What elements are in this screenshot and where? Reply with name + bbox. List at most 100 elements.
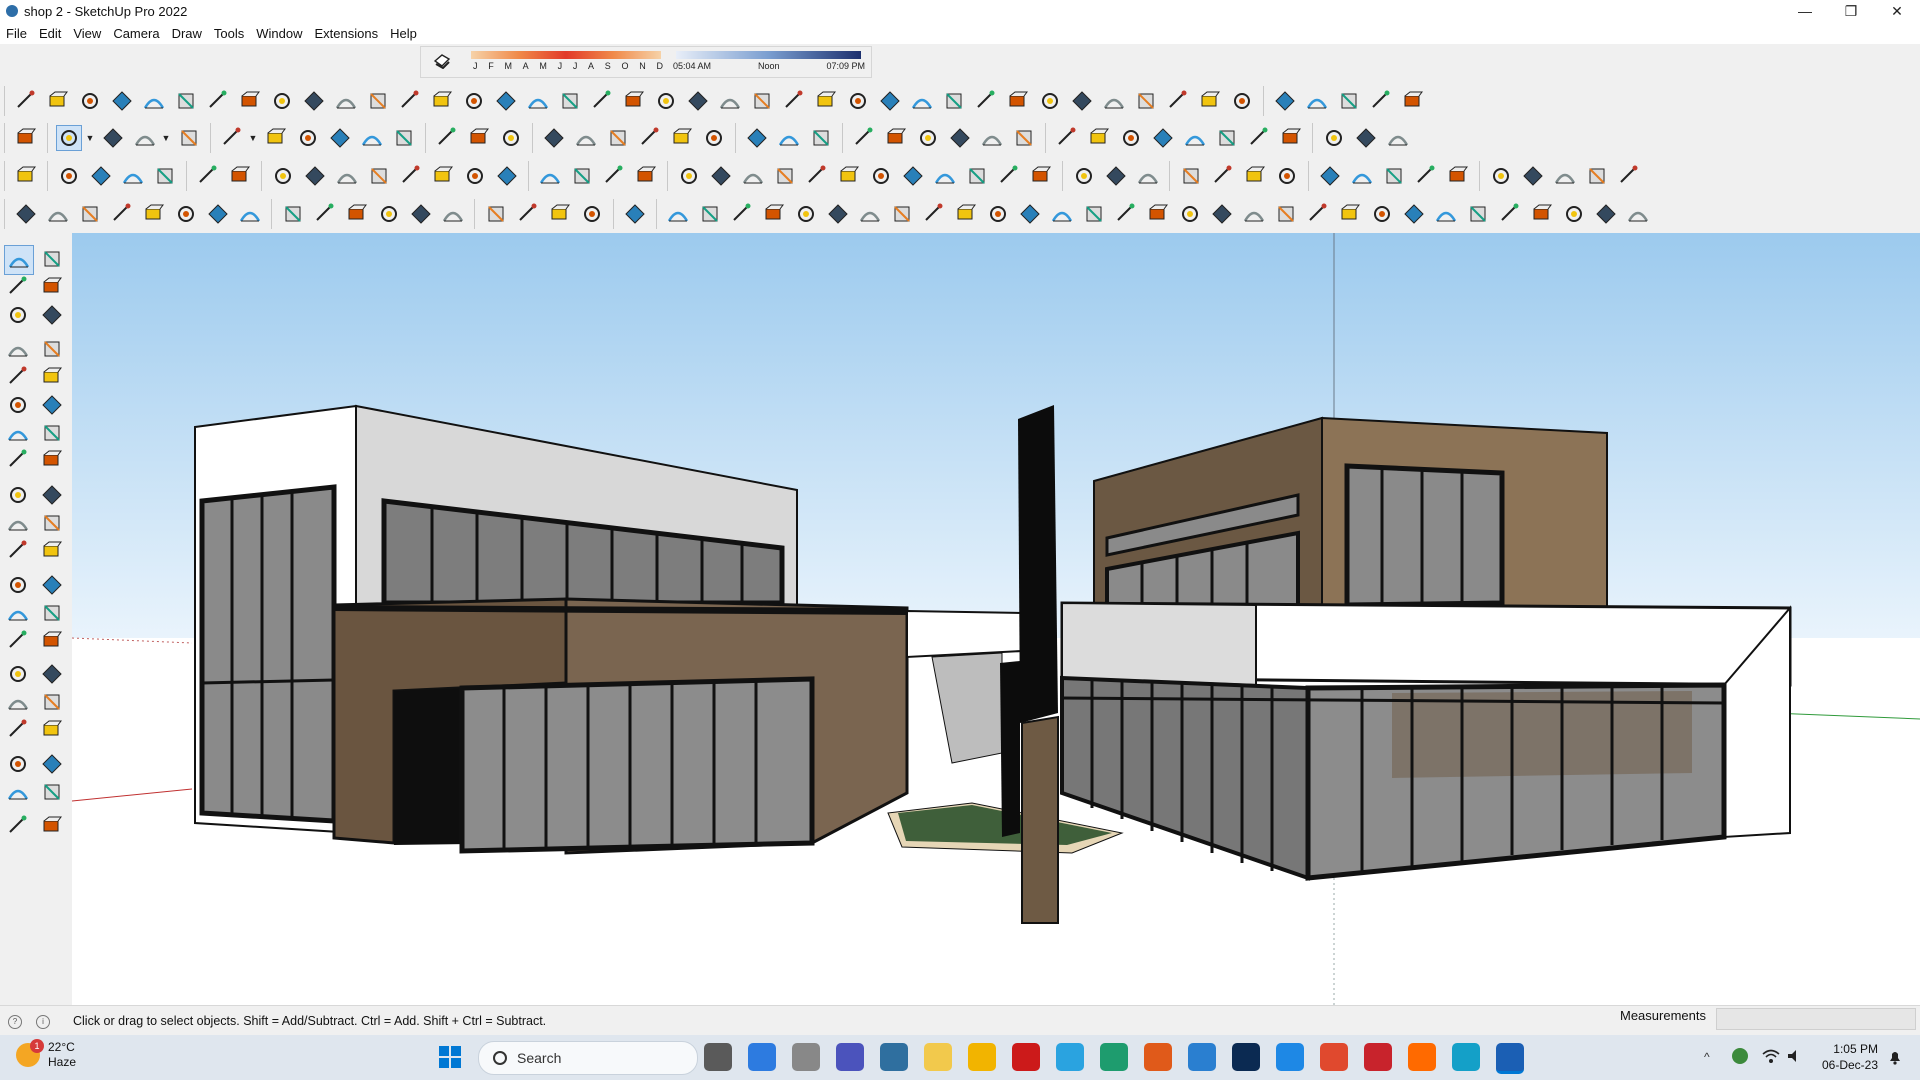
toolbar-tool-icon[interactable]	[1071, 163, 1097, 189]
toolbar-tool-icon[interactable]	[1400, 88, 1426, 114]
photoshop-icon[interactable]	[1232, 1043, 1260, 1071]
soundcloud-icon[interactable]	[1408, 1043, 1436, 1071]
month-slider[interactable]	[471, 51, 661, 59]
toolbar-tool-icon[interactable]	[996, 163, 1022, 189]
notification-bell-icon[interactable]	[1888, 1049, 1902, 1065]
toolbar-tool-icon[interactable]	[1011, 125, 1037, 151]
menu-tools[interactable]: Tools	[208, 26, 250, 41]
toolbar-tool-icon[interactable]	[333, 88, 359, 114]
instructor-icon[interactable]: i	[36, 1015, 50, 1029]
toolbar-tool-icon[interactable]	[263, 125, 289, 151]
rotate-tool-icon[interactable]	[4, 509, 32, 537]
toolbar-tool-icon[interactable]	[1182, 125, 1208, 151]
toolbar-tool-icon[interactable]	[813, 88, 839, 114]
app-3-icon[interactable]	[1452, 1043, 1480, 1071]
toolbar-tool-icon[interactable]	[1081, 201, 1107, 227]
toolbar-tool-icon[interactable]	[237, 88, 263, 114]
toolbar-tool-icon[interactable]	[547, 201, 573, 227]
toolbar-tool-icon[interactable]	[1229, 88, 1255, 114]
toolbar-tool-icon[interactable]	[397, 88, 423, 114]
toolbar-tool-icon[interactable]	[1209, 201, 1235, 227]
toolbar-tool-icon[interactable]	[1165, 88, 1191, 114]
toolbar-tool-icon[interactable]	[440, 201, 466, 227]
toolbar-tool-icon[interactable]	[1584, 163, 1610, 189]
toolbar-tool-icon[interactable]	[1304, 88, 1330, 114]
toolbar-tool-icon[interactable]	[141, 201, 167, 227]
vscode-icon[interactable]	[1188, 1043, 1216, 1071]
toolbar-tool-icon[interactable]	[851, 125, 877, 151]
section-plane-tool-icon[interactable]	[4, 778, 32, 806]
toolbar-tool-icon[interactable]	[1273, 201, 1299, 227]
toolbar-tool-icon[interactable]	[1433, 201, 1459, 227]
pinterest-icon[interactable]	[1364, 1043, 1392, 1071]
toolbar-tool-icon[interactable]	[1086, 125, 1112, 151]
toolbar-tool-icon[interactable]	[1049, 201, 1075, 227]
toolbar-tool-icon[interactable]	[932, 163, 958, 189]
toolbar-tool-icon[interactable]	[1317, 163, 1343, 189]
toolbar-tool-icon[interactable]	[772, 163, 798, 189]
toolbar-tool-icon[interactable]	[1305, 201, 1331, 227]
toolbar-tool-icon[interactable]	[1133, 88, 1159, 114]
toolbar-tool-icon[interactable]	[466, 125, 492, 151]
toolbar-tool-icon[interactable]	[1368, 88, 1394, 114]
toolbar-tool-icon[interactable]	[1445, 163, 1471, 189]
paint-bucket-tool-icon[interactable]	[4, 273, 32, 301]
select-tool-icon[interactable]	[4, 245, 34, 275]
toolbar-tool-icon[interactable]	[621, 88, 647, 114]
toolbar-tool-icon[interactable]	[1272, 88, 1298, 114]
toolbar-tool-icon[interactable]	[205, 201, 231, 227]
toolbar-tool-icon[interactable]	[205, 88, 231, 114]
toolbar-tool-icon[interactable]	[622, 201, 648, 227]
tray-overflow-icon[interactable]: ^	[1704, 1050, 1710, 1064]
rectangle-tool-icon[interactable]	[4, 363, 32, 391]
toolbar-tool-icon[interactable]	[429, 88, 455, 114]
toolbar-tool-icon[interactable]	[537, 163, 563, 189]
toolbar-tool-icon[interactable]	[909, 88, 935, 114]
toolbar-tool-icon[interactable]	[237, 201, 263, 227]
toolbar-tool-icon[interactable]	[744, 125, 770, 151]
toolbar-tool-icon[interactable]	[195, 163, 221, 189]
arc-3pt-tool-icon[interactable]	[38, 446, 66, 474]
section-display-tool-icon[interactable]	[38, 778, 66, 806]
toolbar-tool-icon[interactable]	[1353, 125, 1379, 151]
toolbar-tool-icon[interactable]	[77, 88, 103, 114]
toolbar-tool-icon[interactable]	[365, 88, 391, 114]
arc-tool-icon[interactable]	[4, 419, 32, 447]
toolbar-tool-icon[interactable]	[295, 125, 321, 151]
drive-icon[interactable]	[1276, 1043, 1304, 1071]
toolbar-tool-icon[interactable]	[1101, 88, 1127, 114]
toolbar-tool-icon[interactable]	[825, 201, 851, 227]
offset-tool-icon[interactable]	[38, 537, 66, 565]
taskbar-search[interactable]: Search	[478, 1041, 698, 1075]
model-viewport[interactable]	[72, 233, 1920, 1005]
toolbar-tool-icon[interactable]	[312, 201, 338, 227]
minimize-button[interactable]: —	[1782, 0, 1828, 22]
toolbar-tool-icon[interactable]	[1337, 201, 1363, 227]
toolbar-tool-icon[interactable]	[1561, 201, 1587, 227]
menu-edit[interactable]: Edit	[33, 26, 67, 41]
toolbar-tool-icon[interactable]	[1103, 163, 1129, 189]
toolbar-tool-icon[interactable]	[941, 88, 967, 114]
explorer-icon[interactable]	[968, 1043, 996, 1071]
component-tool-icon[interactable]	[4, 301, 32, 329]
toolbar-tool-icon[interactable]	[1118, 125, 1144, 151]
toolbar-tool-icon[interactable]	[947, 125, 973, 151]
toolbar-tool-icon[interactable]	[1278, 125, 1304, 151]
toolbar-tool-icon[interactable]	[589, 88, 615, 114]
toolbar-tool-icon[interactable]	[434, 125, 460, 151]
toolbar-tool-icon[interactable]	[708, 163, 734, 189]
toolbar-tool-icon[interactable]	[176, 125, 202, 151]
toolbar-tool-icon[interactable]	[1385, 125, 1411, 151]
toolbar-tool-icon[interactable]	[717, 88, 743, 114]
toolbar-tool-icon[interactable]	[877, 88, 903, 114]
toolbar-tool-icon[interactable]	[921, 201, 947, 227]
weather-widget[interactable]: 1 22°C Haze	[16, 1039, 76, 1070]
zoom-tool-icon[interactable]	[4, 688, 32, 716]
toolbar-tool-icon[interactable]	[391, 125, 417, 151]
security-icon[interactable]	[1732, 1048, 1748, 1064]
toolbar-tool-icon[interactable]	[270, 163, 296, 189]
toolbar-tool-icon[interactable]	[749, 88, 775, 114]
toolbar-tool-icon[interactable]	[557, 88, 583, 114]
toolbar-tool-icon[interactable]	[1552, 163, 1578, 189]
toolbar-tool-icon[interactable]	[45, 88, 71, 114]
